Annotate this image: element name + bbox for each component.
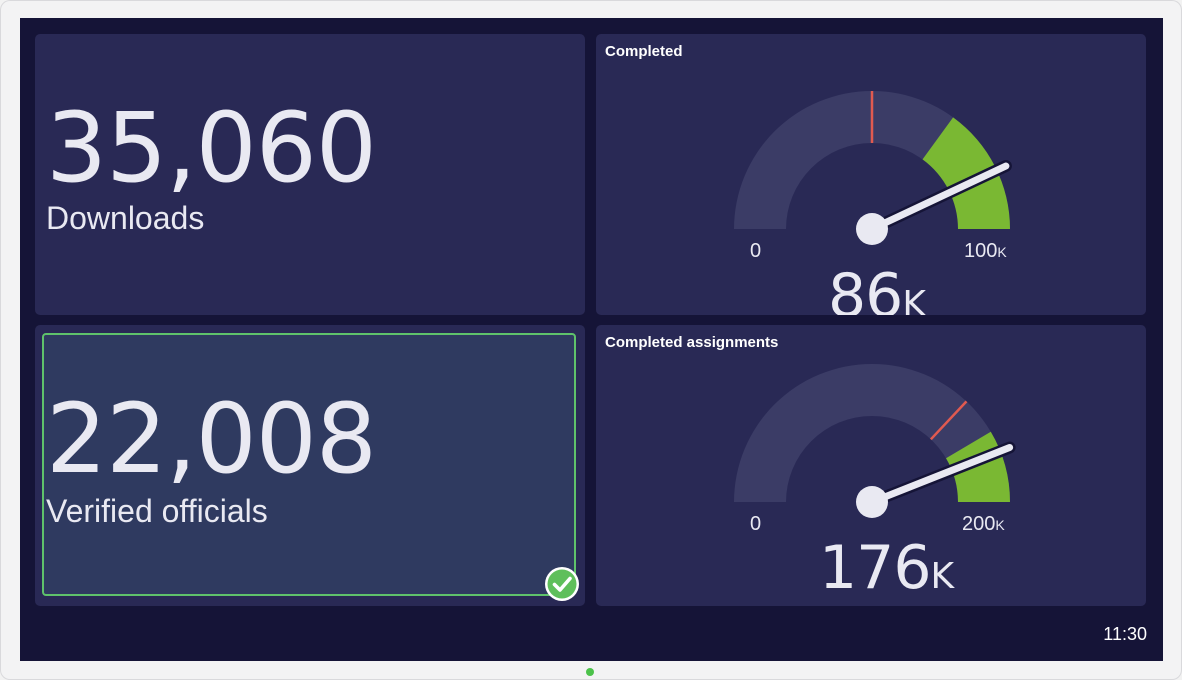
completed-value: 86K [828, 261, 926, 315]
check-circle-icon [545, 567, 579, 601]
gauge-needle-hub [856, 486, 888, 518]
verified-label: Verified officials [46, 493, 268, 529]
verified-value: 22,008 [46, 383, 377, 495]
completed-assignments-max-label: 200K [962, 513, 1005, 535]
completed-min-label: 0 [750, 240, 762, 262]
dashboard-screen: 35,060 Downloads Completed 0 100K 86K 22… [20, 18, 1163, 661]
completed-assignments-gauge-tile[interactable]: Completed assignments 0 200K 176K [596, 325, 1146, 606]
clock: 11:30 [1103, 624, 1147, 644]
completed-max-label: 100K [964, 240, 1007, 262]
gauge-needle-hub [856, 213, 888, 245]
completed-assignments-min-label: 0 [750, 513, 762, 535]
completed-assignments-value: 176K [819, 533, 954, 603]
verified-officials-tile[interactable]: 22,008 Verified officials [35, 325, 585, 606]
downloads-value: 35,060 [46, 92, 377, 204]
downloads-tile[interactable]: 35,060 Downloads [35, 34, 585, 315]
power-led [586, 668, 594, 676]
completed-gauge-tile[interactable]: Completed 0 100K 86K [596, 34, 1146, 315]
downloads-label: Downloads [46, 200, 205, 236]
